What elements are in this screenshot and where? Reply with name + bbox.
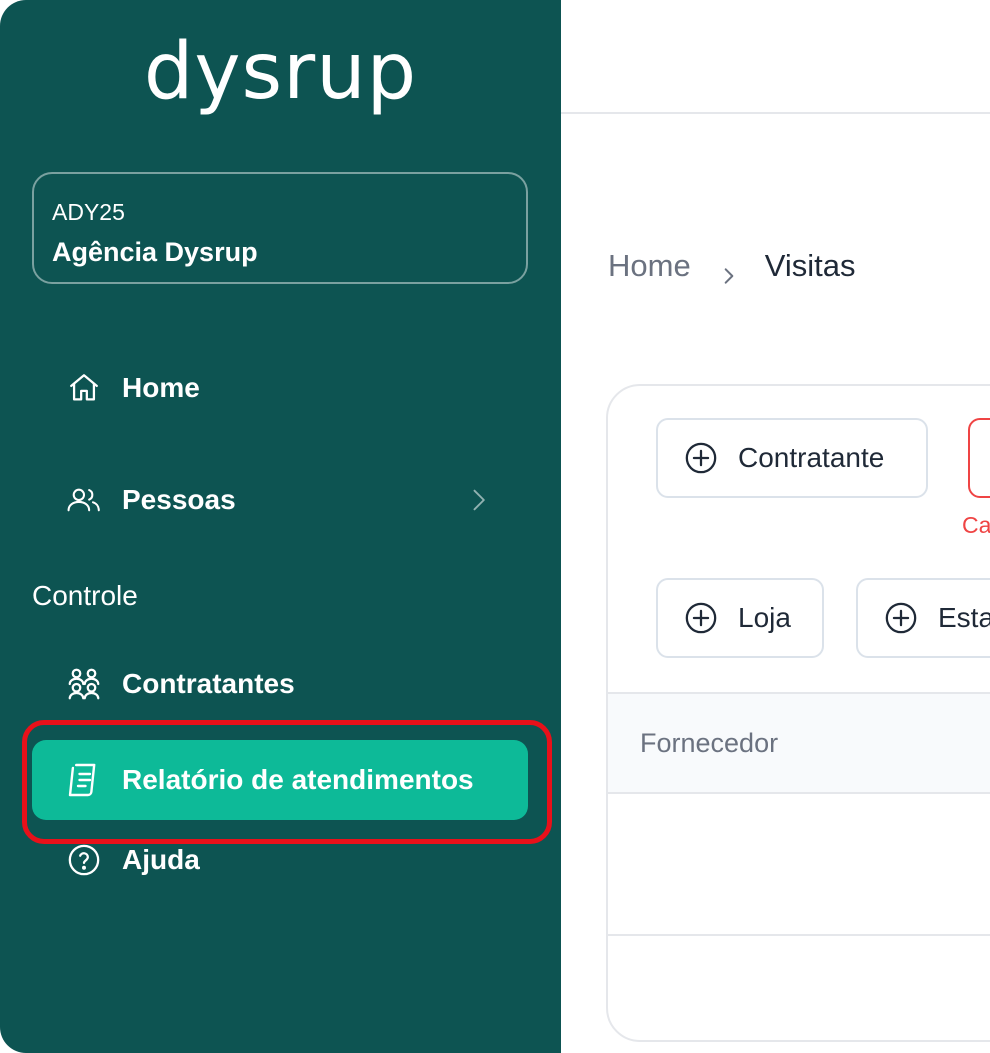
column-header-fornecedor[interactable]: Fornecedor xyxy=(640,728,778,759)
chevron-right-icon xyxy=(719,256,739,284)
report-icon xyxy=(66,762,102,798)
filter-contratante-button[interactable]: Contratante xyxy=(656,418,928,498)
sidebar-item-label: Relatório de atendimentos xyxy=(122,764,474,795)
sidebar-item-pessoas[interactable]: Pessoas xyxy=(32,460,528,540)
sidebar-item-relatorio-atendimentos[interactable]: Relatório de atendimentos xyxy=(32,740,528,820)
validation-error-text: Ca xyxy=(962,512,990,538)
sidebar-item-label: Home xyxy=(122,372,200,403)
sidebar-item-label: Pessoas xyxy=(122,484,236,515)
filter-label: Loja xyxy=(738,602,791,633)
org-code: ADY25 xyxy=(52,199,125,225)
home-icon xyxy=(66,370,102,406)
sidebar-item-home[interactable]: Home xyxy=(32,348,528,428)
plus-circle-icon xyxy=(684,441,718,475)
table-row-divider xyxy=(608,934,990,936)
filter-required-button[interactable] xyxy=(968,418,990,498)
sidebar-item-label: Ajuda xyxy=(122,844,200,875)
topbar-divider xyxy=(561,112,990,114)
sidebar-item-label: Contratantes xyxy=(122,668,295,699)
chevron-right-icon xyxy=(464,486,492,514)
help-icon xyxy=(66,842,102,878)
filter-label: Esta xyxy=(938,602,990,633)
visitas-card: Contratante Ca Loja Esta Fornecedor xyxy=(606,384,990,1042)
filter-estado-button[interactable]: Esta xyxy=(856,578,990,658)
breadcrumb-current: Visitas xyxy=(764,248,856,283)
section-label-controle: Controle xyxy=(32,580,138,611)
group-icon xyxy=(66,666,102,702)
dysrup-logo[interactable]: dysrup xyxy=(0,22,561,122)
sidebar: dysrup ADY25 Agência Dysrup Home Pessoas… xyxy=(0,0,561,1053)
sidebar-item-ajuda[interactable]: Ajuda xyxy=(32,820,528,900)
breadcrumb-home[interactable]: Home xyxy=(608,246,691,286)
breadcrumb: Home Visitas xyxy=(608,246,855,286)
table-header: Fornecedor xyxy=(608,692,990,794)
filter-label: Contratante xyxy=(738,442,885,473)
filter-loja-button[interactable]: Loja xyxy=(656,578,824,658)
plus-circle-icon xyxy=(884,601,918,635)
plus-circle-icon xyxy=(684,601,718,635)
organization-selector[interactable]: ADY25 Agência Dysrup xyxy=(32,172,528,284)
users-icon xyxy=(66,482,102,518)
sidebar-item-contratantes[interactable]: Contratantes xyxy=(32,644,528,724)
org-name: Agência Dysrup xyxy=(52,237,258,267)
